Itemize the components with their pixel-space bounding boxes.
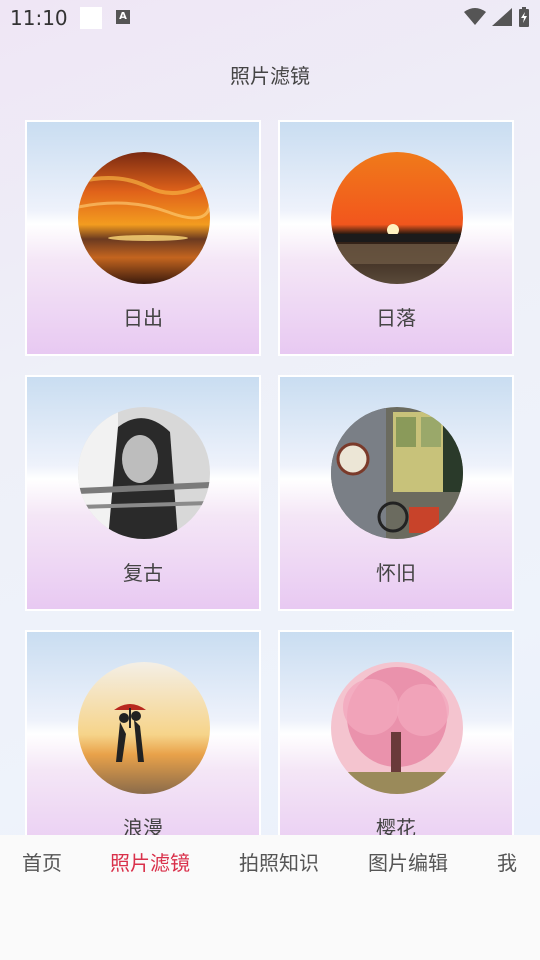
vintage-photo [78, 407, 210, 539]
battery-icon [519, 7, 529, 27]
notification-square-icon [80, 7, 102, 29]
status-time: 11:10 [10, 6, 68, 30]
status-bar: 11:10 A [0, 0, 540, 36]
filter-card-vintage[interactable]: 复古 [25, 375, 261, 611]
bottom-nav: 首页 照片滤镜 拍照知识 图片编辑 我 [0, 835, 540, 960]
nav-photo-filter[interactable]: 照片滤镜 [110, 847, 190, 876]
filter-card-sunrise[interactable]: 日出 [25, 120, 261, 356]
filter-card-nostalgic[interactable]: 怀旧 [278, 375, 514, 611]
nostalgic-photo [331, 407, 463, 539]
filter-label: 日落 [376, 306, 416, 330]
status-icons [464, 7, 530, 27]
sunrise-photo [78, 152, 210, 284]
signal-icon [492, 8, 512, 26]
nav-home[interactable]: 首页 [22, 847, 62, 876]
romantic-photo [78, 662, 210, 794]
cherry-blossom-photo [331, 662, 463, 794]
filter-label: 怀旧 [376, 561, 416, 585]
page-title: 照片滤镜 [230, 64, 310, 88]
filter-label: 复古 [123, 561, 163, 585]
nav-photo-tips[interactable]: 拍照知识 [239, 847, 319, 876]
filter-label: 日出 [123, 306, 163, 330]
filter-card-romantic[interactable]: 浪漫 [25, 630, 261, 866]
filter-card-cherry-blossom[interactable]: 樱花 [278, 630, 514, 866]
wifi-icon [464, 8, 486, 25]
nav-image-edit[interactable]: 图片编辑 [368, 847, 448, 876]
filter-card-sunset[interactable]: 日落 [278, 120, 514, 356]
notification-a-icon: A [116, 10, 130, 24]
sunset-photo [331, 152, 463, 284]
nav-me[interactable]: 我 [497, 847, 517, 876]
